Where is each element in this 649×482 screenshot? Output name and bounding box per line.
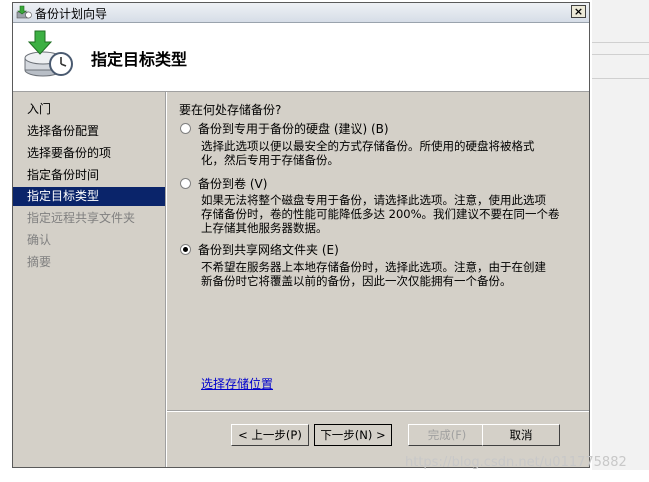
backup-schedule-wizard-window: 备份计划向导 × 指定目标类型 入门 选择备份配置 选择要备份的项 指定备份时间… [12, 2, 590, 468]
window-title: 备份计划向导 [35, 7, 108, 21]
nav-step-confirmation: 确认 [27, 233, 52, 247]
option-dedicated-disk-desc-line1: 选择此选项以便以最安全的方式存储备份。所使用的硬盘将被格式 [201, 139, 535, 153]
close-button[interactable]: × [571, 5, 586, 18]
nav-step-backup-config[interactable]: 选择备份配置 [13, 122, 165, 141]
nav-step-backup-time[interactable]: 指定备份时间 [13, 166, 165, 185]
option-volume-desc-line1: 如果无法将整个磁盘专用于备份，请选择此选项。注意，使用此选项 [201, 193, 546, 207]
radio-network-share[interactable] [180, 244, 191, 255]
destination-question: 要在何处存储备份? [179, 103, 282, 117]
option-network-share-desc-line2: 新备份时它将覆盖以前的备份，因此一次仅能拥有一个备份。 [201, 274, 512, 288]
option-dedicated-disk-desc-line2: 化，然后专用于存储备份。 [201, 153, 339, 167]
nav-step-summary: 摘要 [27, 255, 52, 269]
choose-storage-location-link[interactable]: 选择存储位置 [201, 375, 273, 392]
wizard-header: 指定目标类型 [13, 23, 589, 92]
background-divider [592, 54, 649, 55]
next-button[interactable]: 下一步(N) > [314, 424, 392, 446]
page-title: 指定目标类型 [91, 50, 188, 69]
radio-dedicated-disk[interactable] [180, 123, 191, 134]
back-button[interactable]: < 上一步(P) [231, 424, 309, 446]
backup-wizard-small-icon [16, 5, 32, 19]
nav-step-getting-started[interactable]: 入门 [13, 100, 165, 119]
option-network-share-label[interactable]: 备份到共享网络文件夹 (E) [198, 241, 339, 258]
option-volume-desc-line3: 上存储其他服务器数据。 [201, 221, 328, 235]
title-bar[interactable]: 备份计划向导 × [13, 3, 589, 23]
background-window [592, 0, 649, 470]
nav-step-select-items[interactable]: 选择要备份的项 [13, 144, 165, 163]
option-dedicated-disk-label[interactable]: 备份到专用于备份的硬盘 (建议) (B) [198, 120, 389, 137]
backup-wizard-icon [24, 30, 73, 77]
wizard-content: 要在何处存储备份? 备份到专用于备份的硬盘 (建议) (B) 选择此选项以便以最… [167, 92, 589, 410]
radio-volume[interactable] [180, 178, 191, 189]
background-divider [592, 42, 649, 43]
option-network-share-desc-line1: 不希望在服务器上本地存储备份时，选择此选项。注意，由于在创建 [201, 260, 546, 274]
option-volume-label[interactable]: 备份到卷 (V) [198, 175, 267, 192]
cancel-button[interactable]: 取消 [482, 424, 560, 446]
nav-divider [165, 92, 166, 467]
option-volume-desc-line2: 存储备份时，卷的性能可能降低多达 200%。我们建议不要在同一个卷 [201, 207, 560, 221]
wizard-steps-nav: 入门 选择备份配置 选择要备份的项 指定备份时间 指定目标类型 指定远程共享文件… [13, 92, 167, 467]
background-divider [592, 78, 649, 79]
finish-button: 完成(F) [408, 424, 486, 446]
button-area-divider-highlight [167, 411, 589, 412]
nav-step-destination-type[interactable]: 指定目标类型 [13, 187, 165, 206]
watermark-text: https://blog.csdn.net/u011775882 [405, 455, 627, 470]
nav-step-remote-share: 指定远程共享文件夹 [27, 211, 136, 225]
